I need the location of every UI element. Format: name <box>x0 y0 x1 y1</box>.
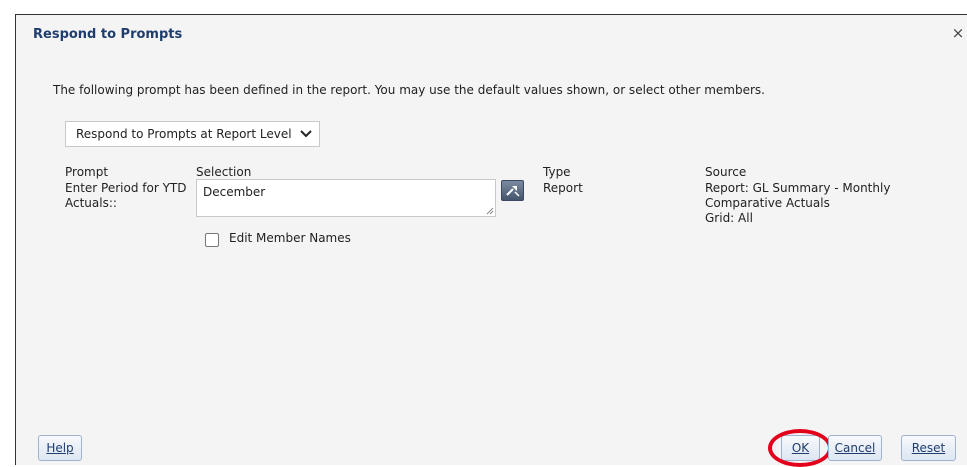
selection-value: December <box>203 185 266 199</box>
selection-textarea[interactable]: December <box>196 179 496 217</box>
reset-button[interactable]: Reset <box>901 435 956 461</box>
resize-grip-icon[interactable] <box>486 207 494 215</box>
prompt-label-line: Enter Period for YTD <box>65 181 187 195</box>
prompt-level-select[interactable]: Respond to Prompts at Report Level <box>65 121 320 147</box>
column-header-type: Type <box>543 165 571 179</box>
help-button-label: Help <box>46 441 74 455</box>
cancel-button[interactable]: Cancel <box>828 435 882 461</box>
prompt-level-value: Respond to Prompts at Report Level <box>76 127 292 141</box>
respond-to-prompts-dialog: Respond to Prompts × The following promp… <box>15 14 967 467</box>
close-icon[interactable]: × <box>951 26 965 41</box>
column-header-source: Source <box>705 165 747 179</box>
prompt-label-line: Actuals:: <box>65 196 117 210</box>
column-header-prompt: Prompt <box>65 165 109 179</box>
source-line: Comparative Actuals <box>705 196 830 210</box>
prompt-type-value: Report <box>543 181 583 195</box>
edit-member-names-checkbox[interactable] <box>205 233 219 247</box>
member-selector-button[interactable] <box>501 180 524 201</box>
reset-button-label: Reset <box>911 441 946 455</box>
ok-button[interactable]: OK <box>781 435 820 461</box>
instruction-text: The following prompt has been defined in… <box>53 83 765 97</box>
source-line: Grid: All <box>705 211 753 225</box>
source-line: Report: GL Summary - Monthly <box>705 181 891 195</box>
column-header-selection: Selection <box>196 165 252 179</box>
member-selector-icon <box>506 186 520 197</box>
prompt-source-value: Report: GL Summary - Monthly Comparative… <box>705 181 945 226</box>
chevron-down-icon <box>300 130 312 138</box>
prompt-label: Enter Period for YTD Actuals:: <box>65 181 186 211</box>
edit-member-names-label: Edit Member Names <box>229 231 351 245</box>
cancel-button-label: Cancel <box>834 441 876 455</box>
help-button[interactable]: Help <box>38 435 82 461</box>
ok-button-label: OK <box>791 441 810 455</box>
dialog-title: Respond to Prompts <box>33 27 183 42</box>
